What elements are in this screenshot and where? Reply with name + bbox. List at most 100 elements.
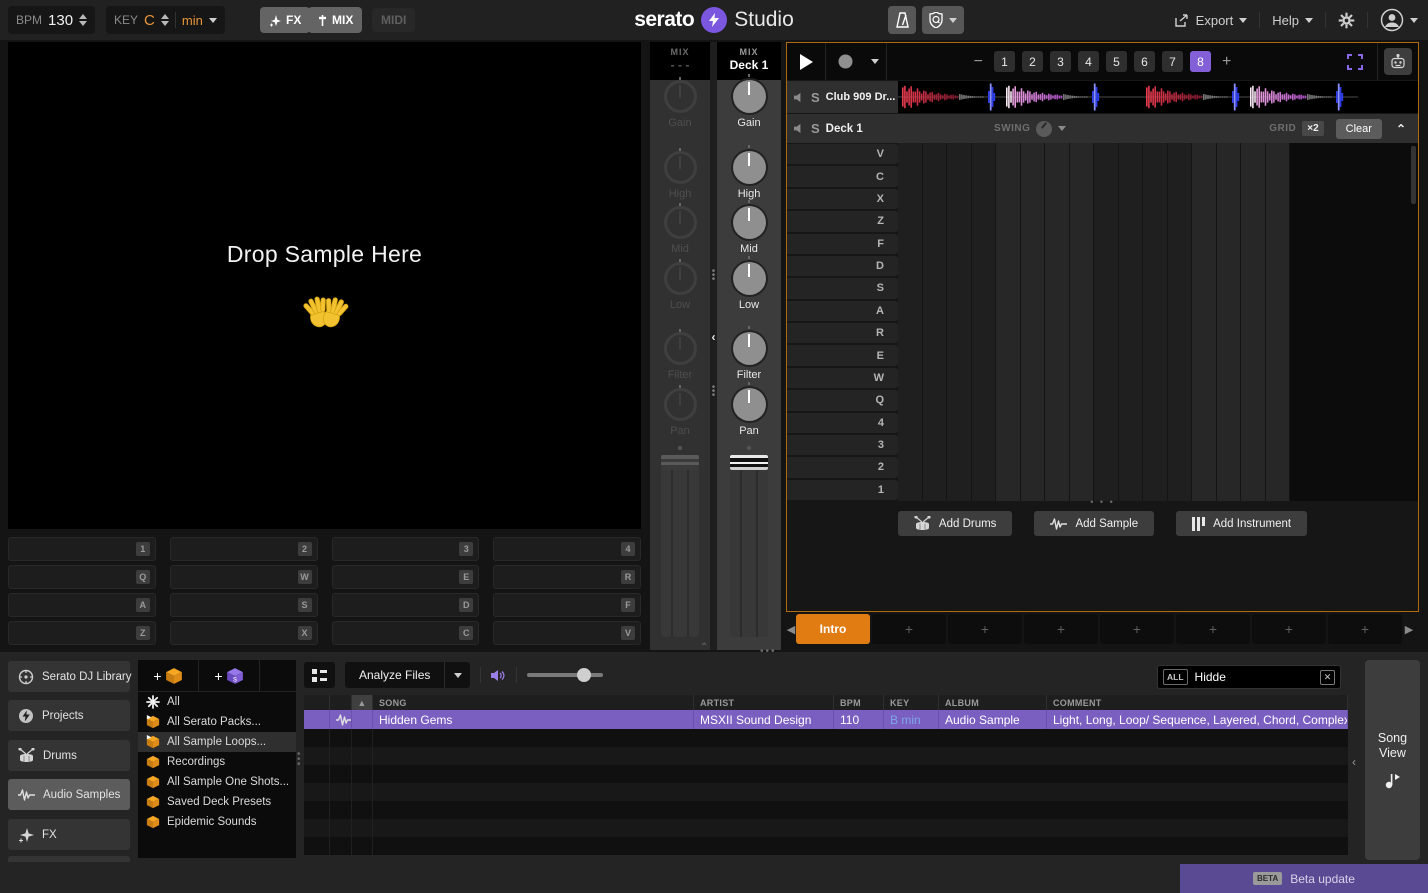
sample-pad-2[interactable]: 2 <box>170 537 318 561</box>
audio-track-header[interactable]: S Club 909 Dr... <box>787 81 898 113</box>
filter-knob[interactable] <box>733 332 766 365</box>
scene-tab-add-6[interactable]: + <box>1252 614 1326 644</box>
pan-knob[interactable] <box>733 388 766 421</box>
search-scope-button[interactable]: ALL <box>1163 669 1188 685</box>
step-row-D[interactable]: D <box>787 256 898 276</box>
high-knob[interactable] <box>733 151 766 184</box>
column-header-artist[interactable]: ARTIST <box>694 695 834 710</box>
bar-button-2[interactable]: 2 <box>1022 51 1043 72</box>
step-column-14[interactable] <box>1217 143 1242 501</box>
deck-collapse-chevron[interactable]: ⌃ <box>1396 122 1406 136</box>
sidebar-item-audio-samples[interactable]: Audio Samples <box>8 779 130 810</box>
export-menu[interactable]: Export <box>1175 13 1248 28</box>
crate-resize-handle[interactable]: ••• <box>297 752 301 767</box>
search-clear-button[interactable]: ✕ <box>1320 670 1335 685</box>
sample-pad-S[interactable]: S <box>170 593 318 617</box>
step-column-5[interactable] <box>996 143 1021 501</box>
add-crate-button[interactable]: + <box>138 660 199 691</box>
scene-tab-add-3[interactable]: + <box>1024 614 1098 644</box>
step-column-16[interactable] <box>1266 143 1291 501</box>
bpm-stepper[interactable] <box>79 14 87 26</box>
songview-collapse-chevron[interactable]: ‹ <box>1352 755 1356 769</box>
help-menu[interactable]: Help <box>1272 13 1313 28</box>
add-drums-button[interactable]: Add Drums <box>898 511 1013 536</box>
scene-scroll-right[interactable]: ▶ <box>1404 623 1414 636</box>
fullscreen-button[interactable] <box>1338 43 1372 80</box>
scene-scroll-left[interactable]: ◀ <box>786 623 796 636</box>
step-row-4[interactable]: 4 <box>787 413 898 433</box>
mid-knob[interactable] <box>733 206 766 239</box>
step-row-2[interactable]: 2 <box>787 457 898 477</box>
sample-pad-D[interactable]: D <box>332 593 480 617</box>
step-row-E[interactable]: E <box>787 345 898 365</box>
step-row-1[interactable]: 1 <box>787 480 898 500</box>
crate-saved-deck-presets[interactable]: Saved Deck Presets <box>138 792 296 812</box>
low-knob[interactable] <box>733 262 766 295</box>
step-row-F[interactable]: F <box>787 234 898 254</box>
analyze-options-dropdown[interactable] <box>444 662 470 688</box>
scene-tab-add-5[interactable]: + <box>1176 614 1250 644</box>
fx-toggle-button[interactable]: FX <box>260 7 310 33</box>
assistant-button[interactable] <box>1384 48 1412 75</box>
grid-multiplier-button[interactable]: ×2 <box>1302 121 1323 136</box>
step-row-X[interactable]: X <box>787 189 898 209</box>
step-column-8[interactable] <box>1070 143 1095 501</box>
bar-button-1[interactable]: 1 <box>994 51 1015 72</box>
mixer-collapse-chevron[interactable]: ‹ <box>712 330 716 344</box>
bar-button-6[interactable]: 6 <box>1134 51 1155 72</box>
solo-button[interactable]: S <box>811 90 820 105</box>
step-row-C[interactable]: C <box>787 166 898 186</box>
table-row-empty[interactable] <box>304 783 1348 801</box>
scene-tab-add-1[interactable]: + <box>872 614 946 644</box>
swing-knob[interactable] <box>1036 121 1052 137</box>
sample-pad-1[interactable]: 1 <box>8 537 156 561</box>
step-row-3[interactable]: 3 <box>787 435 898 455</box>
gain-knob[interactable] <box>733 80 766 113</box>
drag-handle-dots[interactable]: ••• <box>712 386 716 398</box>
drag-handle-dots[interactable]: ••• <box>712 270 716 282</box>
step-column-15[interactable] <box>1241 143 1266 501</box>
step-column-7[interactable] <box>1045 143 1070 501</box>
table-row-empty[interactable] <box>304 747 1348 765</box>
step-row-R[interactable]: R <box>787 323 898 343</box>
preview-volume-slider[interactable] <box>527 673 603 677</box>
sample-pad-R[interactable]: R <box>493 565 641 589</box>
step-row-S[interactable]: S <box>787 278 898 298</box>
sample-pad-4[interactable]: 4 <box>493 537 641 561</box>
step-row-A[interactable]: A <box>787 301 898 321</box>
column-header-bpm[interactable]: BPM <box>834 695 884 710</box>
chevron-down-icon[interactable] <box>1058 126 1066 131</box>
sample-pad-Q[interactable]: Q <box>8 565 156 589</box>
scene-tab-intro[interactable]: Intro <box>796 614 870 644</box>
sidebar-item-drums[interactable]: Drums <box>8 740 130 771</box>
add-instrument-button[interactable]: Add Instrument <box>1176 511 1307 536</box>
step-row-Z[interactable]: Z <box>787 211 898 231</box>
key-scale-select[interactable]: min <box>182 13 203 28</box>
table-row-empty[interactable] <box>304 837 1348 855</box>
preview-volume-icon[interactable] <box>491 669 506 682</box>
chevron-down-icon[interactable] <box>949 18 957 23</box>
quantize-button[interactable] <box>922 6 964 34</box>
step-column-10[interactable] <box>1119 143 1144 501</box>
sidebar-item-serato-dj-library[interactable]: Serato DJ Library <box>8 661 130 692</box>
vertical-scrollbar[interactable] <box>1411 146 1416 204</box>
sample-drop-zone[interactable]: Drop Sample Here <box>8 42 641 529</box>
crate-all-sample-one-shots-[interactable]: All Sample One Shots... <box>138 772 296 792</box>
bar-button-3[interactable]: 3 <box>1050 51 1071 72</box>
mix-toggle-button[interactable]: MIX <box>308 7 362 33</box>
step-column-6[interactable] <box>1021 143 1046 501</box>
sample-pad-C[interactable]: C <box>332 621 480 645</box>
midi-button[interactable]: MIDI <box>372 8 415 32</box>
add-sample-button[interactable]: Add Sample <box>1034 511 1154 536</box>
search-box[interactable]: ALL Hidde ✕ <box>1157 665 1341 689</box>
column-header-album[interactable]: ALBUM <box>939 695 1047 710</box>
bpm-control[interactable]: BPM 130 <box>8 6 95 34</box>
analyze-files-button[interactable]: Analyze Files <box>345 668 444 682</box>
crate-all-sample-loops-[interactable]: All Sample Loops... <box>138 732 296 752</box>
search-input[interactable]: Hidde <box>1195 670 1313 684</box>
step-column-11[interactable] <box>1143 143 1168 501</box>
step-column-3[interactable] <box>947 143 972 501</box>
settings-button[interactable] <box>1338 12 1355 29</box>
step-row-Q[interactable]: Q <box>787 390 898 410</box>
crate-recordings[interactable]: Recordings <box>138 752 296 772</box>
